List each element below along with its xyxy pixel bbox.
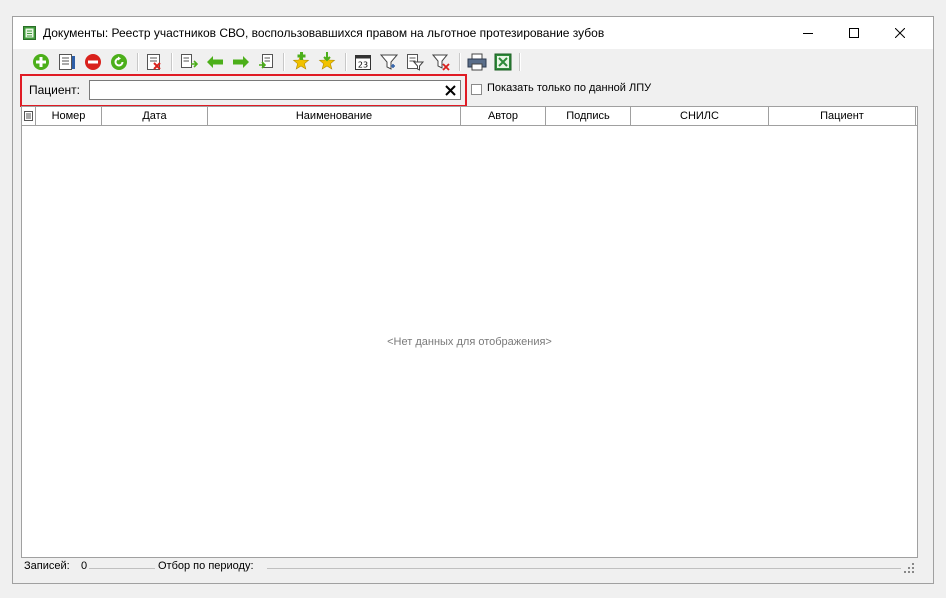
toolbar-separator	[519, 53, 521, 71]
app-document-icon	[23, 26, 36, 40]
add-favorite-button[interactable]	[291, 52, 311, 72]
print-icon	[467, 53, 487, 71]
empty-grid-message: <Нет данных для отображения>	[387, 336, 552, 348]
export-excel-button[interactable]	[493, 52, 513, 72]
move-document-button[interactable]	[257, 52, 277, 72]
column-chooser-icon	[24, 111, 33, 121]
main-window: Документы: Реестр участников СВО, воспол…	[12, 16, 934, 584]
calendar-icon: 23	[355, 55, 371, 70]
minimize-button[interactable]	[785, 17, 831, 49]
delete-button[interactable]	[83, 52, 103, 72]
arrow-right-icon	[233, 56, 249, 68]
column-header-date[interactable]: Дата	[102, 107, 208, 125]
edit-button[interactable]	[57, 52, 77, 72]
period-filter-label: Отбор по периоду:	[158, 560, 254, 572]
delete-document-button[interactable]	[145, 52, 165, 72]
favorite-download-icon	[318, 52, 336, 70]
previous-button[interactable]	[205, 52, 225, 72]
filter-button[interactable]	[379, 52, 399, 72]
move-document-icon	[259, 54, 273, 69]
column-header-snils[interactable]: СНИЛС	[631, 107, 769, 125]
patient-input[interactable]	[89, 80, 461, 100]
column-header-number[interactable]: Номер	[36, 107, 102, 125]
filter-edit-icon	[407, 54, 424, 71]
refresh-icon	[111, 54, 127, 70]
title-bar: Документы: Реестр участников СВО, воспол…	[13, 17, 933, 49]
delete-icon	[85, 54, 101, 70]
resize-grip-icon[interactable]	[904, 563, 914, 573]
filter-icon	[380, 54, 398, 70]
records-label: Записей:	[24, 560, 70, 572]
add-button[interactable]	[31, 52, 51, 72]
edit-document-icon	[59, 54, 75, 70]
print-button[interactable]	[467, 52, 487, 72]
toolbar-separator	[137, 53, 139, 71]
column-header-patient[interactable]: Пациент	[769, 107, 916, 125]
delete-document-icon	[147, 54, 161, 70]
add-icon	[33, 54, 49, 70]
calendar-button[interactable]: 23	[353, 52, 373, 72]
filter-clear-icon	[432, 54, 450, 71]
close-button[interactable]	[877, 17, 923, 49]
toolbar-separator	[345, 53, 347, 71]
refresh-button[interactable]	[109, 52, 129, 72]
documents-grid: Номер Дата Наименование Автор Подпись СН…	[21, 106, 918, 558]
show-only-lpu-label: Показать только по данной ЛПУ	[487, 82, 652, 94]
grid-header: Номер Дата Наименование Автор Подпись СН…	[22, 107, 917, 126]
column-header-name[interactable]: Наименование	[208, 107, 461, 125]
add-favorite-icon	[292, 52, 310, 70]
status-bar: Записей: 0 Отбор по периоду:	[21, 558, 918, 576]
patient-clear-button[interactable]	[441, 81, 460, 99]
show-only-lpu-checkbox[interactable]	[471, 84, 482, 95]
next-button[interactable]	[231, 52, 251, 72]
toolbar-separator	[459, 53, 461, 71]
clear-icon	[445, 84, 456, 96]
records-count: 0	[81, 560, 88, 572]
excel-icon	[494, 53, 512, 71]
status-divider	[267, 568, 901, 569]
column-header-author[interactable]: Автор	[461, 107, 546, 125]
patient-label: Пациент:	[29, 83, 81, 97]
column-header-signature[interactable]: Подпись	[546, 107, 631, 125]
svg-text:23: 23	[358, 61, 368, 70]
column-chooser-button[interactable]	[22, 107, 36, 125]
arrow-left-icon	[207, 56, 223, 68]
toolbar-separator	[283, 53, 285, 71]
close-icon	[895, 28, 905, 38]
favorites-button[interactable]	[317, 52, 337, 72]
maximize-icon	[849, 28, 859, 38]
window-title: Документы: Реестр участников СВО, воспол…	[43, 26, 605, 40]
maximize-button[interactable]	[831, 17, 877, 49]
filter-edit-button[interactable]	[405, 52, 425, 72]
toolbar-separator	[171, 53, 173, 71]
minimize-icon	[803, 33, 813, 34]
status-divider	[89, 568, 155, 569]
copy-document-icon	[181, 54, 198, 68]
copy-document-button[interactable]	[179, 52, 199, 72]
filter-clear-button[interactable]	[431, 52, 451, 72]
toolbar: 23	[19, 50, 929, 74]
